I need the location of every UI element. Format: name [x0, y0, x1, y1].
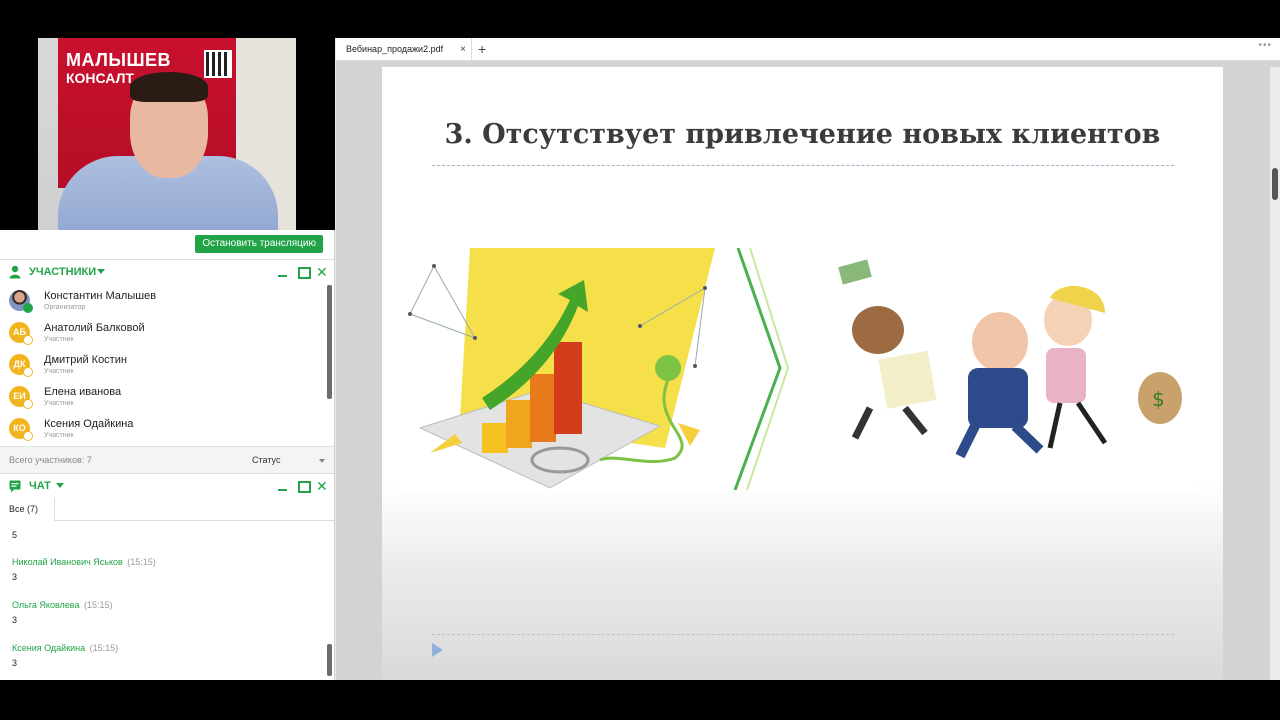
- close-icon[interactable]: ✕: [316, 479, 328, 493]
- slide-nav-icon[interactable]: [432, 643, 443, 657]
- participant-badge-icon: [23, 431, 33, 441]
- slide-illustration: $: [400, 248, 1195, 490]
- banner-text-2: КОНСАЛТ: [66, 70, 134, 86]
- bar-1: [482, 423, 508, 453]
- participants-title[interactable]: УЧАСТНИКИ: [29, 266, 96, 278]
- participants-total: Всего участников: 7: [9, 455, 92, 465]
- message-author[interactable]: Ксения Одайкина: [12, 643, 85, 653]
- chevron-down-icon[interactable]: [97, 269, 105, 274]
- chat-scrollbar[interactable]: [327, 644, 332, 676]
- chat-title[interactable]: ЧАТ: [29, 480, 51, 492]
- bar-2: [506, 400, 532, 448]
- minimize-icon[interactable]: [277, 266, 289, 278]
- pdf-canvas: 3. Отсутствует привлечение новых клиенто…: [336, 67, 1269, 680]
- chat-message: Ольга Яковлева (15:15) 3: [0, 595, 325, 625]
- list-item[interactable]: ДК Дмитрий Костин Участник: [0, 348, 334, 380]
- list-item[interactable]: ЕИ Елена иванова Участник: [0, 380, 334, 412]
- participant-role: Участник: [44, 432, 74, 439]
- tab-document[interactable]: Вебинар_продажи2.pdf ×: [336, 38, 472, 61]
- message-author[interactable]: Николай Иванович Яськов: [12, 557, 123, 567]
- status-select[interactable]: Статус: [252, 455, 280, 465]
- participant-name: Константин Малышев: [44, 290, 157, 302]
- participant-role: Участник: [44, 368, 74, 375]
- message-text: 3: [12, 658, 18, 668]
- chat-message: Николай Иванович Яськов (15:15) 3: [0, 552, 325, 582]
- tab-all[interactable]: Все (7): [0, 498, 55, 521]
- participants-header: УЧАСТНИКИ ✕: [0, 259, 334, 283]
- maximize-icon[interactable]: [297, 480, 311, 493]
- presenter-hair: [130, 72, 208, 102]
- message-author[interactable]: Ольга Яковлева: [12, 600, 80, 610]
- participant-name: Анатолий Балковой: [44, 322, 145, 334]
- document-tabbar: Вебинар_продажи2.pdf × + •••: [336, 38, 1280, 61]
- participant-name: Ксения Одайкина: [44, 418, 134, 430]
- bar-4: [554, 342, 582, 434]
- participant-badge-icon: [23, 335, 33, 345]
- slide-page: 3. Отсутствует привлечение новых клиенто…: [382, 67, 1223, 680]
- message-text: 5: [12, 530, 18, 540]
- phone-icon: [655, 355, 681, 381]
- participant-role: Участник: [44, 336, 74, 343]
- message-time: (15:15): [89, 643, 119, 653]
- video-stream: МАЛЫШЕВ КОНСАЛТ: [0, 38, 335, 230]
- scrollbar-thumb[interactable]: [1272, 168, 1278, 200]
- chat-tabs: Все (7): [0, 498, 334, 521]
- divider: [432, 165, 1174, 166]
- screen: МАЛЫШЕВ КОНСАЛТ Остановить трансляцию УЧ…: [0, 38, 1280, 680]
- banner-text-1: МАЛЫШЕВ: [66, 50, 172, 70]
- chat-message: Ксения Одайкина (15:15) 3: [0, 638, 325, 668]
- chevron-down-icon[interactable]: [56, 483, 64, 488]
- viewer-scrollbar[interactable]: [1270, 67, 1280, 680]
- illustration-graphic: $: [408, 248, 1182, 490]
- qr-code: [204, 50, 232, 78]
- stop-broadcast-button[interactable]: Остановить трансляцию: [195, 235, 323, 253]
- participants-scrollbar[interactable]: [327, 285, 332, 399]
- more-icon[interactable]: •••: [1258, 40, 1272, 51]
- divider: [432, 634, 1174, 635]
- chat-message: 5: [0, 530, 325, 540]
- list-item[interactable]: Константин Малышев Организатор: [0, 284, 334, 316]
- message-time: (15:15): [127, 557, 156, 567]
- list-item[interactable]: АБ Анатолий Балковой Участник: [0, 316, 334, 348]
- participant-name: Дмитрий Костин: [44, 354, 127, 366]
- chevron-divider: [733, 248, 782, 490]
- chat-icon: [9, 480, 21, 493]
- participant-role: Организатор: [44, 304, 86, 311]
- add-tab-icon[interactable]: +: [478, 41, 486, 57]
- chat-header: ЧАТ ✕: [0, 473, 334, 497]
- document-viewer: Вебинар_продажи2.pdf × + ••• 3. Отсутств…: [336, 38, 1280, 680]
- participant-name: Елена иванова: [44, 386, 122, 398]
- user-icon: [9, 265, 21, 279]
- running-people: $: [838, 259, 1182, 459]
- list-item[interactable]: КО Ксения Одайкина Участник: [0, 412, 334, 444]
- participants-footer: Всего участников: 7 Статус: [0, 446, 334, 473]
- participant-badge-icon: [23, 399, 33, 409]
- bar-3: [530, 374, 556, 442]
- close-icon[interactable]: ✕: [316, 265, 328, 279]
- participants-list: Константин Малышев Организатор АБ Анатол…: [0, 284, 334, 444]
- chat-messages: 5 Николай Иванович Яськов (15:15) 3 Ольг…: [0, 528, 325, 678]
- left-panel: МАЛЫШЕВ КОНСАЛТ Остановить трансляцию УЧ…: [0, 38, 335, 680]
- svg-text:$: $: [1152, 387, 1165, 411]
- webcam-frame: МАЛЫШЕВ КОНСАЛТ: [38, 38, 296, 230]
- message-text: 3: [12, 615, 18, 625]
- chevron-down-icon[interactable]: [319, 459, 325, 463]
- minimize-icon[interactable]: [277, 480, 289, 492]
- close-tab-icon[interactable]: ×: [460, 38, 466, 61]
- message-time: (15:15): [83, 600, 113, 610]
- maximize-icon[interactable]: [297, 266, 311, 279]
- tab-label: Вебинар_продажи2.pdf: [346, 44, 444, 54]
- chevron-divider-light: [746, 248, 790, 490]
- organizer-badge-icon: [23, 303, 33, 313]
- slide-title: 3. Отсутствует привлечение новых клиенто…: [444, 119, 1161, 150]
- message-text: 3: [12, 572, 18, 582]
- participant-badge-icon: [23, 367, 33, 377]
- participant-role: Участник: [44, 400, 74, 407]
